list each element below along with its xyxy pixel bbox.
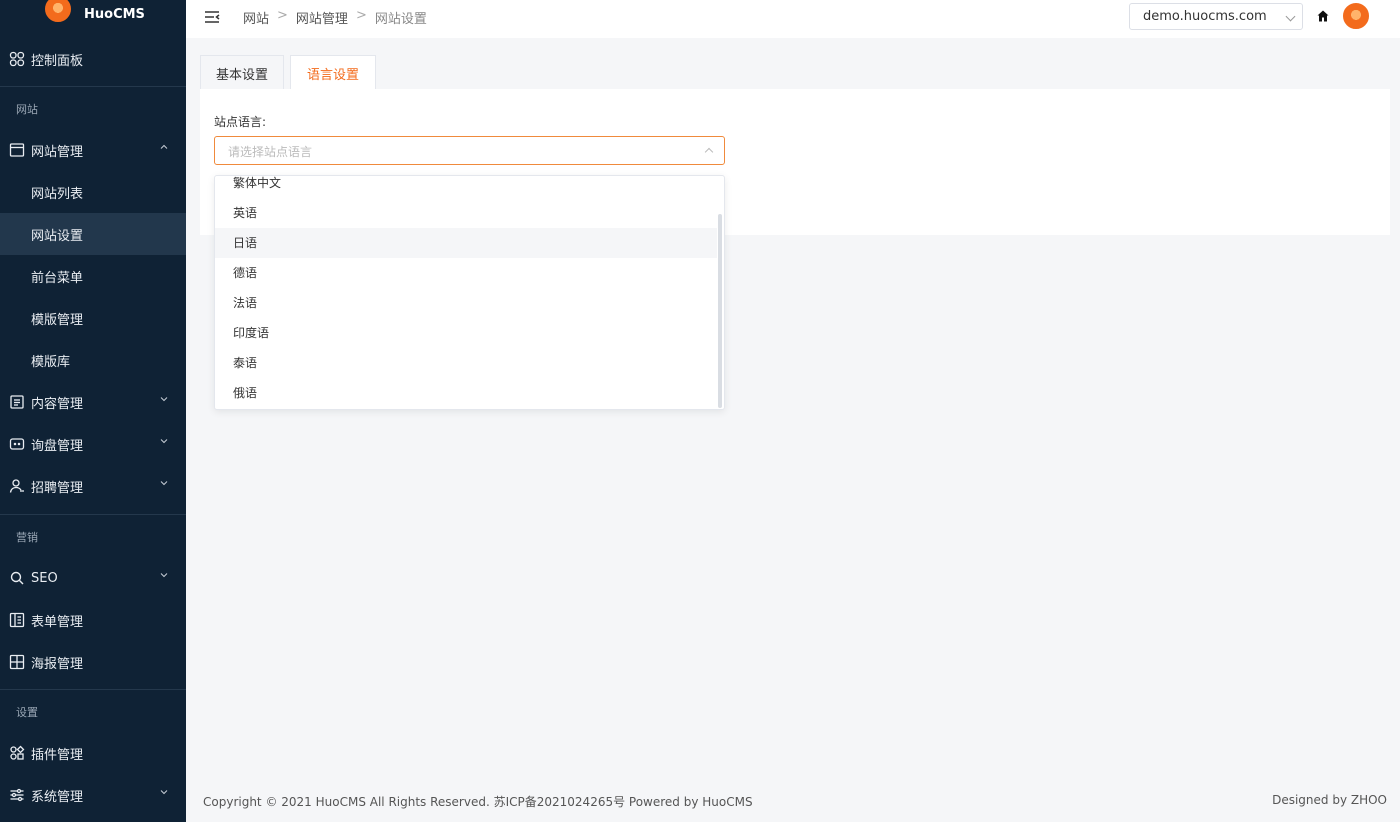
chevron-down-icon	[1285, 11, 1296, 22]
logo-icon	[45, 0, 71, 22]
sidebar-item-label: SEO	[31, 570, 58, 586]
avatar[interactable]	[1343, 3, 1369, 29]
sidebar-item-recruit-manage[interactable]: 招聘管理	[0, 465, 186, 507]
dropdown-scrollbar[interactable]	[718, 214, 722, 408]
tab-language-settings[interactable]: 语言设置	[290, 55, 376, 90]
language-option[interactable]: 泰语	[215, 348, 717, 378]
plugin-icon	[9, 745, 25, 761]
collapse-menu-icon[interactable]	[204, 10, 220, 24]
footer-designed-by: Designed by ZHOO	[1272, 793, 1387, 807]
sidebar-item-label: 系统管理	[31, 789, 84, 805]
browser-icon	[9, 142, 25, 158]
sidebar-divider	[0, 514, 186, 515]
sidebar-item-label: 招聘管理	[31, 480, 84, 496]
dashboard-icon	[9, 51, 25, 67]
sidebar-item-label: 模版库	[31, 354, 71, 370]
breadcrumb-item[interactable]: 网站管理	[296, 8, 348, 27]
chevron-up-icon	[704, 147, 714, 157]
site-language-select[interactable]: 请选择站点语言	[214, 136, 725, 165]
brand-name: HuoCMS	[84, 7, 145, 22]
sidebar-group-settings: 设置	[16, 706, 38, 719]
sliders-icon	[9, 787, 25, 803]
document-icon	[9, 394, 25, 410]
topbar: 网站 > 网站管理 > 网站设置 demo.huocms.com	[186, 0, 1400, 38]
sidebar-item-label: 控制面板	[31, 53, 84, 69]
breadcrumb-separator: >	[355, 8, 367, 23]
chevron-down-icon	[160, 573, 168, 578]
grid-icon	[9, 654, 25, 670]
sidebar-item-form-manage[interactable]: 表单管理	[0, 599, 186, 641]
sidebar-item-label: 海报管理	[31, 656, 84, 672]
sidebar-item-inquiry-manage[interactable]: 询盘管理	[0, 423, 186, 465]
domain-select[interactable]: demo.huocms.com	[1129, 3, 1303, 30]
sidebar-item-label: 前台菜单	[31, 270, 84, 286]
sidebar-item-label: 网站设置	[31, 228, 84, 244]
breadcrumb: 网站 > 网站管理 > 网站设置	[243, 8, 427, 27]
language-option[interactable]: 繁体中文	[215, 176, 717, 198]
sidebar-divider	[0, 689, 186, 690]
sidebar-item-label: 询盘管理	[31, 438, 84, 454]
chevron-down-icon	[160, 397, 168, 402]
sidebar: HuoCMS 控制面板 网站 网站管理 网站列表 网站设置 前台菜单 模版管理 …	[0, 0, 186, 822]
sidebar-item-label: 内容管理	[31, 396, 84, 412]
sidebar-item-label: 模版管理	[31, 312, 84, 328]
sidebar-item-label: 表单管理	[31, 614, 84, 630]
sidebar-item-seo[interactable]: SEO	[0, 557, 186, 599]
language-option[interactable]: 法语	[215, 288, 717, 318]
footer-copyright: Copyright © 2021 HuoCMS All Rights Reser…	[203, 795, 753, 809]
search-icon	[9, 570, 25, 586]
sidebar-item-site-manage[interactable]: 网站管理	[0, 129, 186, 171]
breadcrumb-item[interactable]: 网站	[243, 8, 269, 27]
breadcrumb-separator: >	[277, 8, 288, 23]
language-option[interactable]: 德语	[215, 258, 717, 288]
brand[interactable]: HuoCMS	[0, 0, 186, 32]
chevron-down-icon	[160, 439, 168, 444]
message-icon	[9, 436, 25, 452]
language-option[interactable]: 俄语	[215, 378, 717, 408]
sidebar-item-site-list[interactable]: 网站列表	[0, 171, 186, 213]
user-icon	[9, 478, 25, 494]
site-language-placeholder: 请选择站点语言	[228, 145, 313, 159]
sidebar-group-site: 网站	[16, 103, 38, 116]
breadcrumb-current: 网站设置	[374, 12, 427, 27]
sidebar-group-marketing: 营销	[16, 531, 38, 544]
language-option[interactable]: 英语	[215, 198, 717, 228]
sidebar-item-template-manage[interactable]: 模版管理	[0, 297, 186, 339]
sidebar-item-plugin-manage[interactable]: 插件管理	[0, 732, 186, 774]
sidebar-item-poster-manage[interactable]: 海报管理	[0, 641, 186, 683]
site-language-label: 站点语言:	[214, 115, 267, 129]
sidebar-item-content-manage[interactable]: 内容管理	[0, 381, 186, 423]
language-dropdown: 繁体中文 英语 日语 德语 法语 印度语 泰语 俄语	[214, 175, 725, 410]
sidebar-item-label: 插件管理	[31, 747, 84, 763]
form-icon	[9, 612, 25, 628]
sidebar-item-dashboard[interactable]: 控制面板	[0, 38, 186, 80]
sidebar-item-label: 网站管理	[31, 144, 84, 160]
sidebar-divider	[0, 86, 186, 87]
chevron-up-icon	[160, 144, 168, 149]
sidebar-item-front-menu[interactable]: 前台菜单	[0, 255, 186, 297]
language-option[interactable]: 印度语	[215, 318, 717, 348]
sidebar-item-site-settings[interactable]: 网站设置	[0, 213, 186, 255]
domain-select-value: demo.huocms.com	[1143, 9, 1267, 24]
chevron-down-icon	[160, 790, 168, 795]
language-option[interactable]: 日语	[215, 228, 717, 258]
sidebar-item-template-lib[interactable]: 模版库	[0, 339, 186, 381]
sidebar-item-label: 网站列表	[31, 186, 84, 202]
home-icon[interactable]	[1316, 9, 1330, 23]
sidebar-item-system-manage[interactable]: 系统管理	[0, 774, 186, 816]
tab-basic-settings[interactable]: 基本设置	[200, 55, 284, 90]
chevron-down-icon	[160, 481, 168, 486]
